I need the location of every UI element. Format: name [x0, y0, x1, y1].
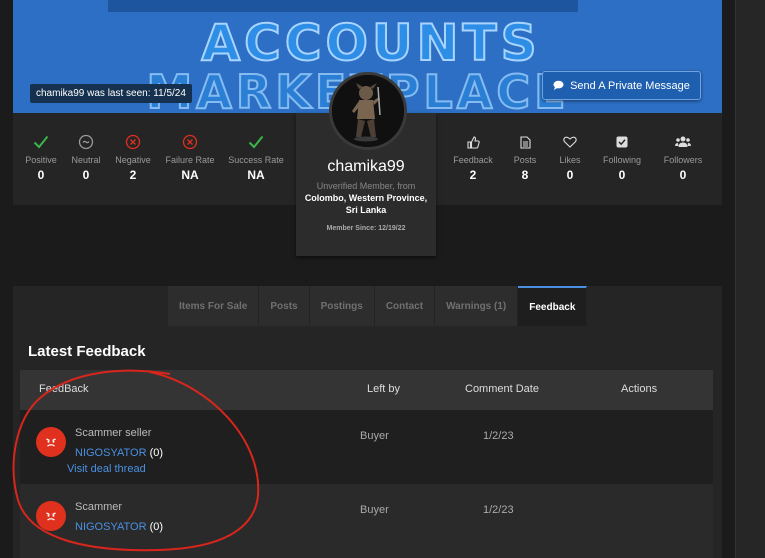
banner-line1: ACCOUNTS [201, 14, 540, 72]
tab-warnings[interactable]: Warnings (1) [435, 286, 519, 326]
avatar-figure [332, 75, 404, 147]
document-icon [519, 135, 531, 149]
profile-tabs: Items For Sale Posts Postings Contact Wa… [168, 286, 588, 326]
stat-label: Negative [115, 155, 151, 165]
feedback-user-link[interactable]: NIGOSYATOR [75, 521, 147, 533]
member-info: Unverified Member, from Colombo, Western… [296, 180, 436, 216]
feedback-user-count: (0) [149, 447, 164, 459]
stat-following[interactable]: Following 0 [591, 131, 653, 182]
tab-postings[interactable]: Postings [309, 286, 375, 326]
users-icon [675, 136, 691, 147]
tab-posts[interactable]: Posts [259, 286, 310, 326]
feedback-left-by: Buyer [360, 504, 389, 516]
member-since: Member Since: 12/19/22 [326, 225, 406, 232]
feedback-user: NIGOSYATOR (0) [75, 447, 163, 459]
profile-tabs-panel: Items For Sale Posts Postings Contact Wa… [13, 286, 722, 558]
feedback-left-by: Buyer [360, 430, 389, 442]
heart-icon [563, 136, 577, 148]
stat-label: Success Rate [228, 155, 284, 165]
feedback-user-count: (0) [149, 521, 164, 533]
feedback-comment: Scammer seller [75, 427, 152, 439]
tab-items-for-sale[interactable]: Items For Sale [168, 286, 260, 326]
angry-face-icon [46, 512, 56, 521]
tab-contact[interactable]: Contact [374, 286, 436, 326]
col-actions: Actions [621, 383, 658, 395]
tab-feedback[interactable]: Feedback [518, 286, 588, 326]
feedback-table-header: FeedBack Left by Comment Date Actions [20, 370, 713, 410]
member-type: Unverified Member, from [316, 181, 416, 191]
stat-failure-rate: Failure Rate NA [159, 131, 221, 182]
stat-value: NA [181, 168, 199, 182]
stat-value: NA [247, 168, 265, 182]
member-location: Colombo, Western Province, Sri Lanka [304, 193, 428, 215]
x-icon [125, 134, 141, 150]
negative-rating-icon [36, 501, 66, 531]
stat-success-rate: Success Rate NA [225, 131, 287, 182]
feedback-user-link[interactable]: NIGOSYATOR [75, 447, 147, 459]
feedback-user: NIGOSYATOR (0) [75, 521, 163, 533]
stat-label: Followers [663, 155, 703, 165]
profile-username[interactable]: chamika99 [296, 158, 436, 176]
col-comment-date: Comment Date [465, 383, 539, 395]
neutral-icon [78, 134, 94, 150]
table-row: Scammer NIGOSYATOR (0) Buyer 1/2/23 [20, 484, 713, 558]
stat-value: 0 [679, 168, 687, 182]
last-seen-badge: chamika99 was last seen: 11/5/24 [30, 84, 192, 103]
thumbs-up-icon [466, 135, 480, 149]
check-square-icon [616, 136, 628, 148]
stat-followers[interactable]: Followers 0 [652, 131, 714, 182]
feedback-comment: Scammer [75, 501, 123, 513]
chat-bubble-icon [553, 80, 564, 91]
feedback-date: 1/2/23 [483, 430, 514, 442]
stat-negative: Negative 2 [102, 131, 164, 182]
visit-deal-thread-link[interactable]: Visit deal thread [67, 463, 146, 475]
check-icon [33, 135, 49, 149]
latest-feedback-title: Latest Feedback [28, 343, 146, 360]
send-private-message-button[interactable]: Send A Private Message [542, 71, 701, 100]
check-icon [248, 135, 264, 149]
right-scroll-area [735, 0, 765, 558]
feedback-date: 1/2/23 [483, 504, 514, 516]
stat-label: Failure Rate [165, 155, 215, 165]
angry-face-icon [46, 438, 56, 447]
table-row: Scammer seller NIGOSYATOR (0) Visit deal… [20, 410, 713, 484]
stat-value: 0 [618, 168, 626, 182]
negative-rating-icon [36, 427, 66, 457]
send-private-message-label: Send A Private Message [570, 79, 690, 92]
x-icon [182, 134, 198, 150]
col-feedback: FeedBack [39, 383, 89, 395]
stat-value: 2 [129, 168, 137, 182]
col-left-by: Left by [367, 383, 401, 395]
stat-label: Following [602, 155, 642, 165]
avatar[interactable] [329, 72, 407, 150]
